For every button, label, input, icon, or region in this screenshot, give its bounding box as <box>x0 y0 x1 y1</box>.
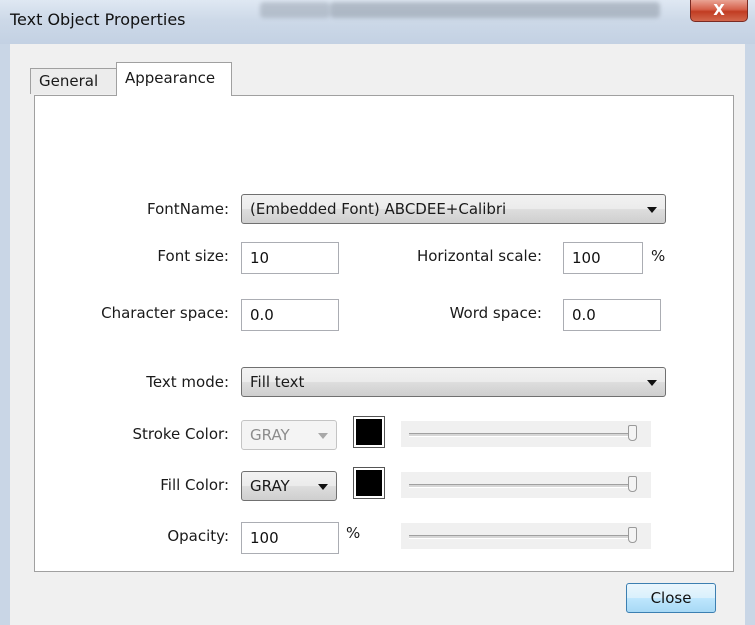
title-blur <box>260 2 330 18</box>
slider-thumb[interactable] <box>628 425 637 441</box>
fill-level-slider[interactable] <box>401 472 651 498</box>
stroke-mode-select[interactable]: GRAY <box>241 420 337 450</box>
slider-thumb[interactable] <box>628 476 637 492</box>
fontname-label: FontName: <box>147 200 229 218</box>
fontsize-input[interactable] <box>241 242 339 274</box>
slider-thumb[interactable] <box>628 527 637 543</box>
fontsize-label: Font size: <box>157 247 229 265</box>
fill-color-swatch[interactable] <box>353 467 385 499</box>
tab-appearance[interactable]: Appearance <box>116 62 232 96</box>
slider-track <box>409 484 637 488</box>
hscale-unit: % <box>651 247 666 265</box>
close-icon[interactable]: X <box>690 0 748 22</box>
opacity-unit: % <box>346 524 361 542</box>
fill-color-label: Fill Color: <box>160 476 229 494</box>
slider-track <box>409 535 637 539</box>
stroke-mode-value: GRAY <box>250 426 290 444</box>
tab-general[interactable]: General <box>30 68 118 94</box>
textmode-select[interactable]: Fill text <box>241 367 666 397</box>
appearance-panel: FontName: (Embedded Font) ABCDEE+Calibri… <box>34 95 734 572</box>
close-button[interactable]: Close <box>626 583 716 613</box>
title-blur <box>330 2 660 18</box>
chevron-down-icon <box>647 380 657 386</box>
stroke-color-fill <box>356 419 382 445</box>
fontname-value: (Embedded Font) ABCDEE+Calibri <box>250 200 507 218</box>
fill-color-fill <box>356 470 382 496</box>
stroke-level-slider[interactable] <box>401 421 651 447</box>
hscale-input[interactable] <box>563 242 643 274</box>
title-bar: Text Object Properties X <box>0 0 755 44</box>
fill-mode-select[interactable]: GRAY <box>241 471 337 501</box>
charspace-label: Character space: <box>101 304 229 322</box>
fill-mode-value: GRAY <box>250 477 290 495</box>
chevron-down-icon <box>318 433 328 439</box>
dialog-body: General Appearance FontName: (Embedded F… <box>10 44 745 625</box>
opacity-label: Opacity: <box>167 527 229 545</box>
chevron-down-icon <box>647 207 657 213</box>
chevron-down-icon <box>318 484 328 490</box>
charspace-input[interactable] <box>241 299 339 331</box>
textmode-value: Fill text <box>250 373 305 391</box>
textmode-label: Text mode: <box>146 373 229 391</box>
wordspace-input[interactable] <box>563 299 661 331</box>
opacity-input[interactable] <box>241 522 339 554</box>
slider-track <box>409 433 637 437</box>
window-title: Text Object Properties <box>10 10 186 29</box>
opacity-slider[interactable] <box>401 523 651 549</box>
hscale-label: Horizontal scale: <box>416 247 542 265</box>
stroke-color-label: Stroke Color: <box>132 425 229 443</box>
wordspace-label: Word space: <box>449 304 542 322</box>
stroke-color-swatch[interactable] <box>353 416 385 448</box>
fontname-select[interactable]: (Embedded Font) ABCDEE+Calibri <box>241 194 666 224</box>
